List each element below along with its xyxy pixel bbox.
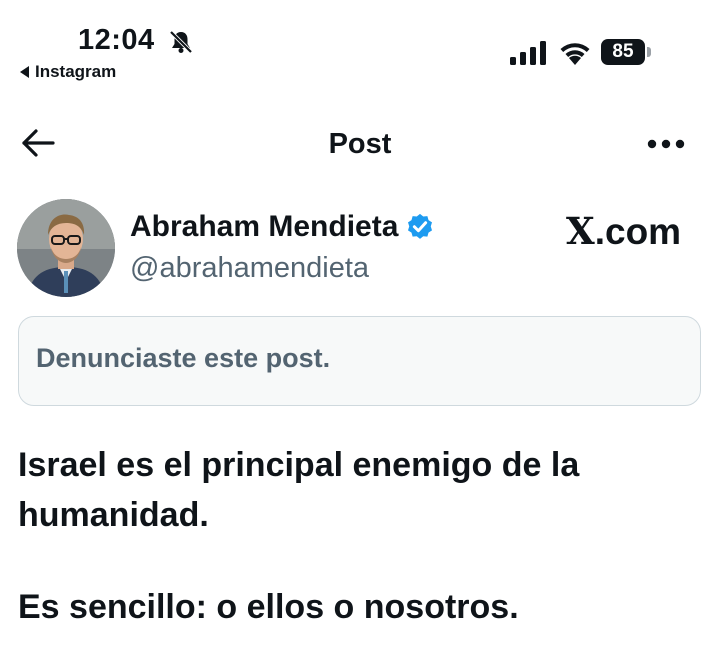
back-to-app-link[interactable]: Instagram xyxy=(20,62,116,82)
author-name-row[interactable]: Abraham Mendieta xyxy=(130,210,435,244)
author-name: Abraham Mendieta xyxy=(130,210,399,243)
status-time: 12:04 xyxy=(78,24,155,56)
battery-icon: 85 xyxy=(601,39,651,65)
reported-notice-text: Denunciaste este post. xyxy=(36,343,331,373)
cellular-signal-icon xyxy=(510,41,546,65)
wifi-icon xyxy=(560,43,590,65)
x-logo-icon: X xyxy=(566,209,595,253)
status-bar: 12:04 Instagram 85 xyxy=(0,0,720,95)
brand-watermark: X.com xyxy=(566,209,681,253)
post-paragraph-2: Es sencillo: o ellos o nosotros. xyxy=(18,588,519,626)
avatar[interactable] xyxy=(17,199,115,297)
more-icon[interactable] xyxy=(646,138,686,150)
author-handle[interactable]: @abrahamendieta xyxy=(130,252,369,285)
brand-domain: .com xyxy=(594,211,682,252)
avatar-image xyxy=(17,199,115,297)
page-title: Post xyxy=(328,128,392,160)
battery-level: 85 xyxy=(601,39,645,65)
post-paragraph-1: Israel es el principal enemigo de la hum… xyxy=(18,446,580,534)
reported-notice: Denunciaste este post. xyxy=(18,316,701,406)
back-triangle-icon xyxy=(20,66,29,78)
back-app-label: Instagram xyxy=(35,62,117,81)
bell-slash-icon xyxy=(169,30,193,54)
navigation-bar: Post xyxy=(0,112,720,176)
verified-badge-icon xyxy=(408,213,433,239)
post-text: Israel es el principal enemigo de la hum… xyxy=(18,440,698,632)
